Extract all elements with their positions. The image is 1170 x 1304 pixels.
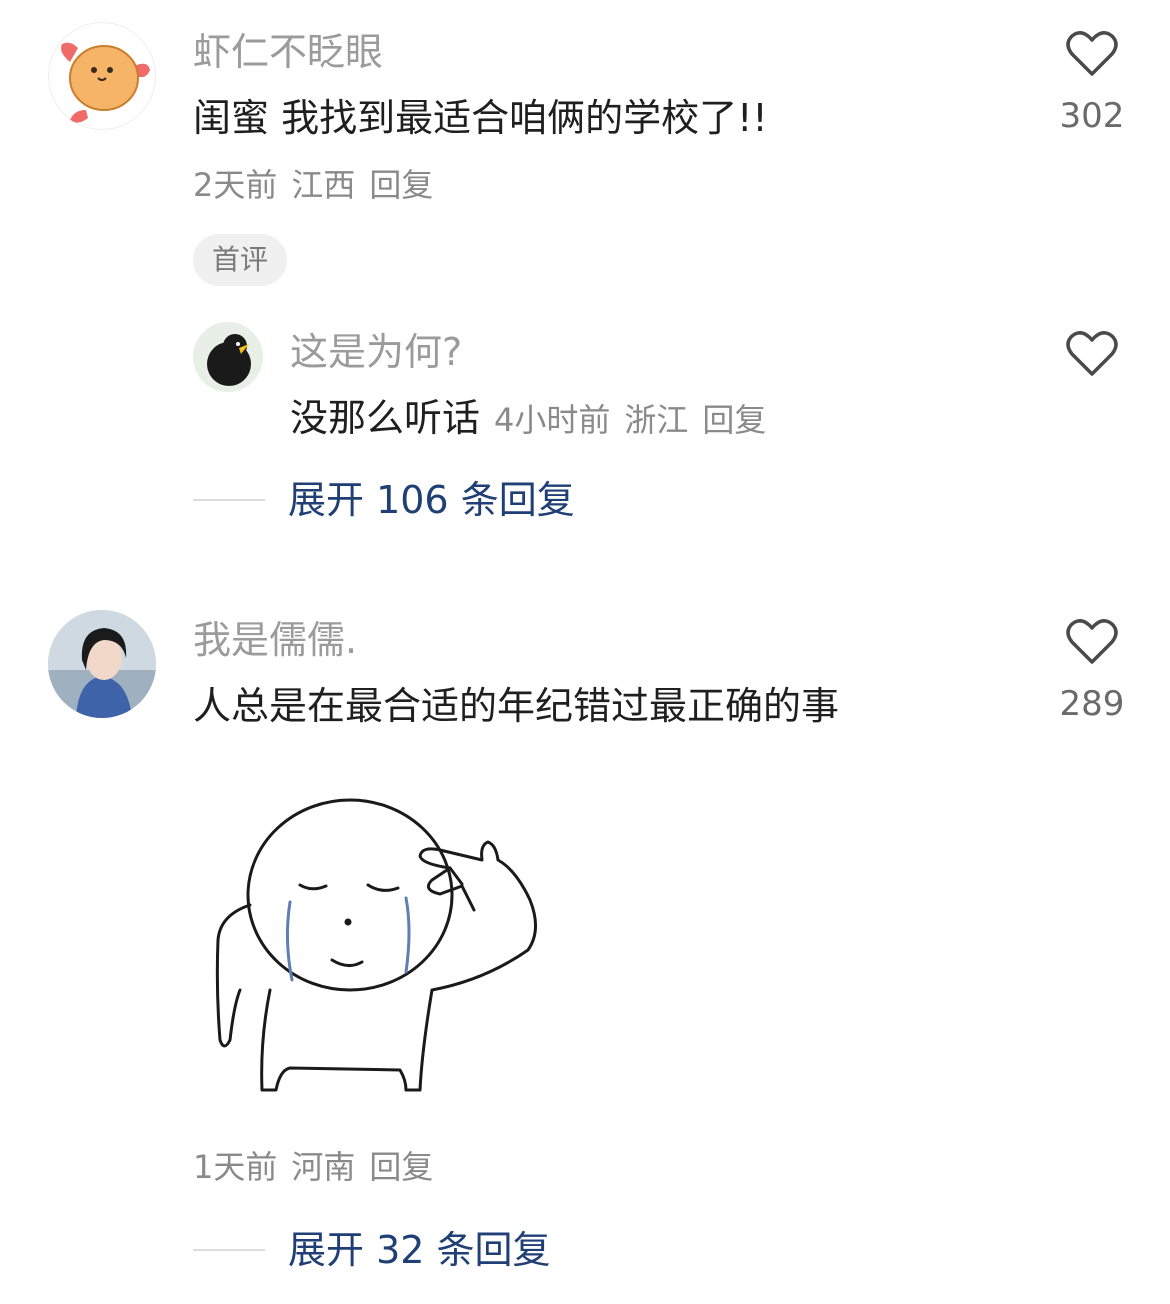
comment-text: 人总是在最合适的年纪错过最正确的事 bbox=[193, 684, 840, 728]
like-count: 302 bbox=[1059, 96, 1125, 136]
avatar[interactable] bbox=[48, 610, 156, 718]
comment-meta: 1天前 河南 回复 bbox=[193, 1148, 447, 1186]
like-heart-icon[interactable] bbox=[1066, 616, 1118, 666]
reply-button[interactable]: 回复 bbox=[369, 1148, 433, 1186]
comment-time: 1天前 bbox=[193, 1148, 278, 1186]
expand-replies-button[interactable]: 展开 32 条回复 bbox=[288, 1228, 551, 1272]
comment-location: 江西 bbox=[291, 166, 356, 204]
comment-time: 2天前 bbox=[193, 166, 278, 204]
like-heart-icon[interactable] bbox=[1066, 28, 1118, 78]
comment-location: 河南 bbox=[291, 1148, 356, 1186]
reply-text: 没那么听话 bbox=[290, 396, 481, 440]
comment-text: 闺蜜 我找到最适合咱俩的学校了!! bbox=[193, 96, 768, 140]
like-heart-icon[interactable] bbox=[1066, 328, 1118, 378]
avatar[interactable] bbox=[48, 22, 156, 130]
reply-time: 4小时前 bbox=[494, 401, 611, 439]
expand-replies-button[interactable]: 展开 106 条回复 bbox=[288, 478, 575, 522]
comment-meta: 2天前 江西 回复 bbox=[193, 166, 447, 204]
reply-button[interactable]: 回复 bbox=[702, 401, 766, 439]
like-count: 289 bbox=[1059, 684, 1125, 724]
comment-username[interactable]: 我是儒儒. bbox=[193, 618, 357, 662]
divider bbox=[193, 499, 265, 501]
reply-username[interactable]: 这是为何? bbox=[290, 330, 462, 374]
reply-avatar[interactable] bbox=[193, 322, 263, 392]
sticker-image[interactable] bbox=[200, 790, 550, 1100]
reply-body: 没那么听话 4小时前 浙江 回复 bbox=[290, 396, 766, 440]
divider bbox=[193, 1249, 265, 1251]
reply-location: 浙江 bbox=[624, 401, 689, 439]
reply-button[interactable]: 回复 bbox=[369, 166, 433, 204]
comment-username[interactable]: 虾仁不眨眼 bbox=[193, 30, 383, 74]
first-comment-badge: 首评 bbox=[193, 234, 288, 286]
